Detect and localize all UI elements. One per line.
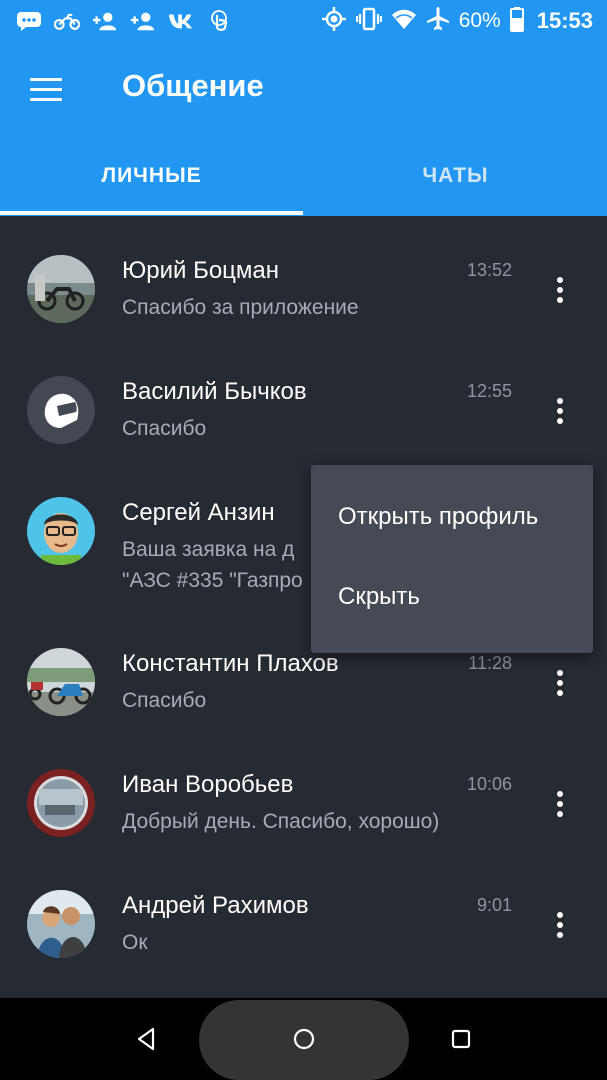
battery-icon — [509, 6, 524, 37]
clock: 15:53 — [536, 8, 593, 33]
last-message-continued: "АЗС #335 "Газпро — [122, 569, 303, 592]
more-options-icon[interactable] — [545, 784, 575, 824]
chat-bubble-icon — [16, 10, 42, 32]
contact-name: Андрей Рахимов — [122, 892, 309, 919]
tab-personal[interactable]: ЛИЧНЫЕ — [0, 152, 303, 216]
message-time: 11:28 — [468, 653, 512, 673]
home-icon[interactable] — [289, 1024, 319, 1054]
last-message: Ваша заявка на д — [122, 538, 295, 561]
message-time: 10:06 — [466, 774, 512, 794]
avatar — [27, 648, 95, 716]
vk-icon — [168, 10, 194, 32]
app-bar: Общение ЛИЧНЫЕ ЧАТЫ — [0, 42, 607, 216]
context-menu: Открыть профиль Скрыть — [311, 465, 593, 653]
airplane-icon — [426, 6, 450, 37]
more-options-icon[interactable] — [545, 391, 575, 431]
notification-icons — [16, 8, 232, 34]
message-time: 12:55 — [466, 381, 512, 401]
list-item[interactable]: Иван Воробьев Добрый день. Спасибо, хоро… — [0, 729, 607, 850]
avatar — [27, 255, 95, 323]
message-time: 13:52 — [466, 260, 512, 280]
motorcycle-icon — [54, 10, 80, 32]
system-icons: 60% 15:53 — [321, 6, 593, 37]
last-message: Спасибо за приложение — [122, 296, 359, 319]
status-bar: 60% 15:53 — [0, 0, 607, 42]
list-item[interactable]: Юрий Боцман Спасибо за приложение 13:52 — [0, 216, 607, 337]
contact-name: Сергей Анзин — [122, 499, 275, 526]
more-options-icon[interactable] — [545, 663, 575, 703]
hide-menu-item[interactable]: Скрыть — [311, 557, 593, 637]
cartoon-face-avatar — [27, 497, 95, 565]
page-title: Общение — [122, 68, 264, 103]
recents-icon[interactable] — [446, 1024, 476, 1054]
touch-icon — [206, 10, 232, 32]
add-person-icon — [92, 10, 118, 32]
last-message: Спасибо — [122, 689, 207, 712]
more-options-icon[interactable] — [545, 270, 575, 310]
add-person-icon — [130, 10, 156, 32]
avatar — [27, 890, 95, 958]
contact-name: Юрий Боцман — [122, 257, 280, 284]
message-time: 9:01 — [476, 895, 512, 915]
tab-chats[interactable]: ЧАТЫ — [304, 152, 607, 216]
navigation-bar — [0, 998, 607, 1080]
contact-name: Василий Бычков — [122, 378, 307, 405]
open-profile-menu-item[interactable]: Открыть профиль — [311, 477, 593, 557]
list-item[interactable]: Василий Бычков Спасибо 12:55 — [0, 337, 607, 458]
last-message: Ок — [122, 931, 148, 954]
more-options-icon[interactable] — [545, 905, 575, 945]
last-message: Спасибо — [122, 417, 207, 440]
last-message: Добрый день. Спасибо, хорошо) — [122, 810, 440, 833]
vibrate-icon — [355, 6, 382, 37]
list-item[interactable]: Андрей Рахимов Ок 9:01 — [0, 850, 607, 971]
location-icon — [321, 6, 347, 37]
hamburger-menu-icon[interactable] — [30, 78, 64, 104]
contact-name: Иван Воробьев — [122, 771, 294, 798]
wifi-icon — [391, 7, 417, 36]
contact-name: Константин Плахов — [122, 650, 339, 677]
helmet-icon — [27, 376, 95, 444]
tab-indicator — [0, 211, 303, 215]
battery-percentage: 60% — [458, 9, 501, 32]
avatar — [27, 769, 95, 837]
back-icon[interactable] — [131, 1024, 161, 1054]
